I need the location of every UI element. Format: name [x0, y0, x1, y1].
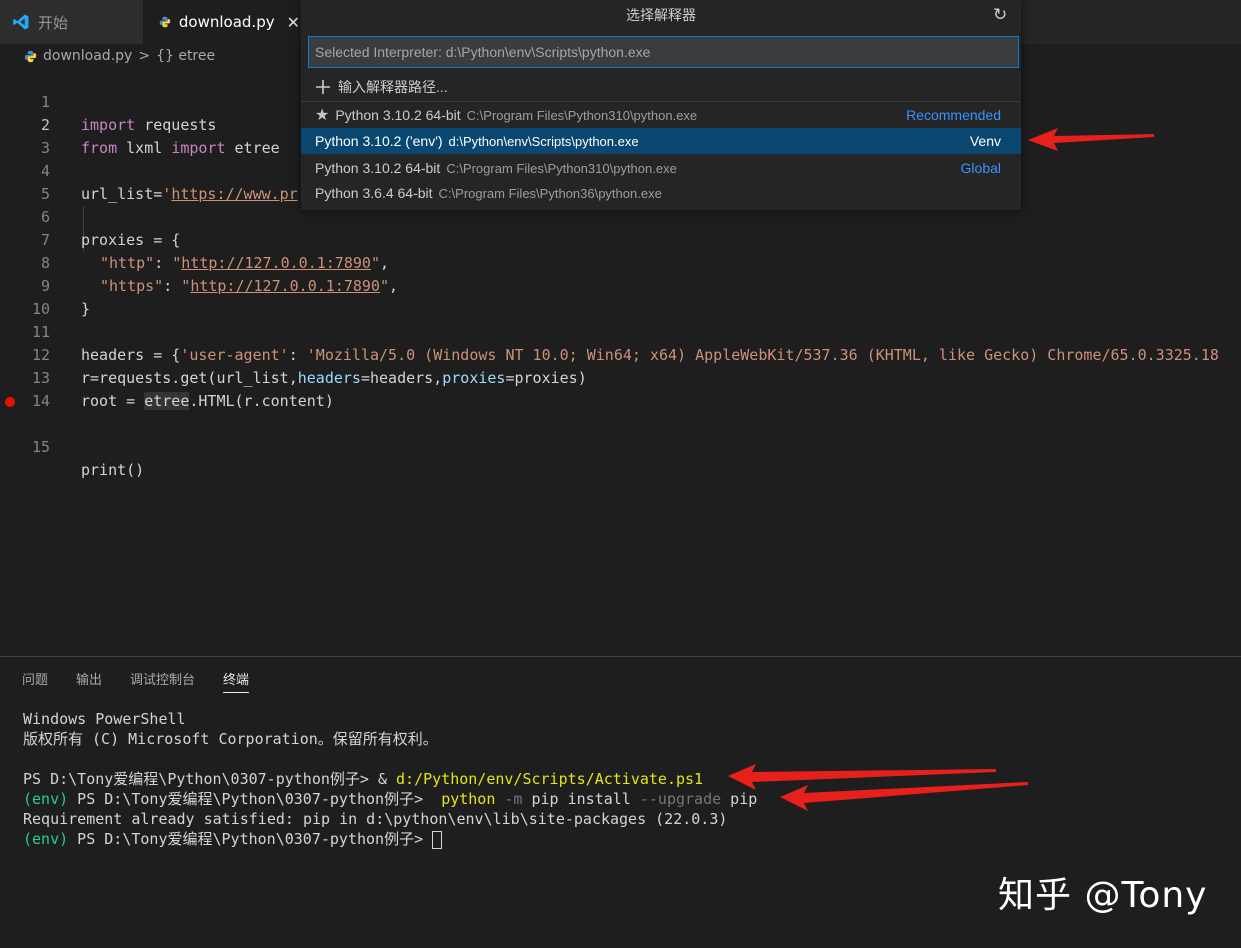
code-line: 9 }	[0, 252, 1241, 318]
line-number: 15	[31, 438, 50, 456]
panel-tabs: 问题 输出 调试控制台 终端	[22, 669, 277, 693]
code-line: 10	[0, 275, 1241, 318]
tab-download-label: download.py	[178, 13, 275, 31]
interpreter-name: Python 3.10.2 ('env')	[315, 133, 443, 149]
interpreter-item[interactable]: ★ Python 3.10.2 64-bit C:\Program Files\…	[301, 102, 1021, 128]
tab-terminal[interactable]: 终端	[223, 669, 250, 693]
breadcrumb-symbol[interactable]: {} etree	[156, 48, 215, 64]
watermark: 知乎 @Tony	[998, 875, 1208, 916]
breadcrumb-file[interactable]: download.py	[43, 48, 132, 64]
terminal-line: (env) PS D:\Tony爱编程\Python\0307-python例子…	[23, 789, 757, 809]
terminal-cursor	[432, 830, 443, 849]
breakpoint-icon[interactable]	[5, 397, 15, 407]
interpreter-tag: Venv	[969, 133, 1001, 149]
code-line: 13 root = etree.HTML(r.content)	[0, 344, 1241, 410]
terminal[interactable]: Windows PowerShell 版权所有 (C) Microsoft Co…	[23, 709, 757, 849]
interpreter-path: C:\Program Files\Python310\python.exe	[466, 107, 698, 123]
terminal-command: python	[441, 790, 496, 808]
star-icon: ★	[315, 107, 330, 124]
terminal-line: Windows PowerShell	[23, 710, 186, 728]
enter-interpreter-path-item[interactable]: 输入解释器路径...	[301, 74, 1021, 100]
interpreter-path: C:\Program Files\Python36\python.exe	[438, 185, 662, 201]
code-line: 14	[0, 367, 1241, 410]
tab-debug-console[interactable]: 调试控制台	[130, 669, 195, 693]
refresh-icon[interactable]: ↻	[993, 5, 1013, 25]
terminal-text: &	[377, 770, 397, 788]
python-icon	[159, 16, 171, 28]
python-icon	[24, 50, 37, 62]
interpreter-search-input[interactable]	[308, 36, 1019, 68]
terminal-flag: --upgrade	[630, 790, 722, 808]
terminal-prompt: PS D:\Tony爱编程\Python\0307-python例子>	[68, 790, 442, 808]
terminal-line: (env) PS D:\Tony爱编程\Python\0307-python例子…	[23, 829, 757, 849]
plus-icon	[316, 80, 330, 94]
enter-path-label: 输入解释器路径...	[338, 79, 448, 95]
interpreter-name: Python 3.10.2 64-bit	[335, 107, 461, 123]
tab-start[interactable]: 开始	[0, 0, 143, 44]
terminal-line: Requirement already satisfied: pip in d:…	[23, 810, 728, 828]
tab-start-label: 开始	[38, 13, 69, 32]
interpreter-name: Python 3.10.2 64-bit	[315, 160, 441, 176]
close-icon[interactable]: ✕	[287, 13, 300, 32]
code-line: 12 r=requests.get(url_list,headers=heade…	[0, 321, 1241, 387]
terminal-prompt: PS D:\Tony爱编程\Python\0307-python例子>	[68, 830, 433, 848]
tab-output[interactable]: 输出	[76, 669, 102, 693]
code-text: print()	[81, 461, 145, 479]
breadcrumb: download.py > {} etree	[0, 44, 215, 68]
terminal-prompt: PS D:\Tony爱编程\Python\0307-python例子>	[23, 770, 378, 788]
interpreter-item-selected[interactable]: Python 3.10.2 ('env') d:\Python\env\Scri…	[301, 128, 1021, 154]
code-line: 8 "https": "http://127.0.0.1:7890",	[0, 229, 1241, 295]
terminal-text: pip install	[522, 790, 631, 808]
interpreter-quick-pick: 选择解释器 ↻ 输入解释器路径... ★ Python 3.10.2 64-bi…	[301, 0, 1021, 210]
interpreter-path: C:\Program Files\Python310\python.exe	[446, 160, 677, 176]
terminal-line: PS D:\Tony爱编程\Python\0307-python例子> & d:…	[23, 769, 757, 789]
interpreter-path: d:\Python\env\Scripts\python.exe	[448, 133, 639, 149]
code-line: 11 headers = {'user-agent': 'Mozilla/5.0…	[0, 298, 1241, 364]
terminal-flag: -m	[495, 790, 523, 808]
env-indicator: (env)	[23, 830, 69, 848]
tab-problems[interactable]: 问题	[22, 669, 48, 693]
interpreter-tag: Global	[960, 160, 1001, 176]
terminal-text: pip	[721, 790, 758, 808]
interpreter-item[interactable]: Python 3.10.2 64-bit C:\Program Files\Py…	[301, 155, 1021, 181]
tab-download-py[interactable]: download.py ✕	[143, 0, 300, 44]
interpreter-name: Python 3.6.4 64-bit	[315, 185, 433, 201]
code-line: 15 print()	[0, 390, 1241, 479]
env-indicator: (env)	[23, 790, 69, 808]
breadcrumb-separator: >	[138, 48, 151, 64]
interpreter-tag: Recommended	[906, 107, 1001, 123]
terminal-command: d:/Python/env/Scripts/Activate.ps1	[396, 770, 704, 788]
quick-pick-title: 选择解释器	[626, 8, 696, 24]
vscode-icon	[13, 14, 29, 30]
terminal-line: 版权所有 (C) Microsoft Corporation。保留所有权利。	[23, 730, 438, 748]
interpreter-item[interactable]: Python 3.6.4 64-bit C:\Program Files\Pyt…	[301, 180, 1021, 206]
